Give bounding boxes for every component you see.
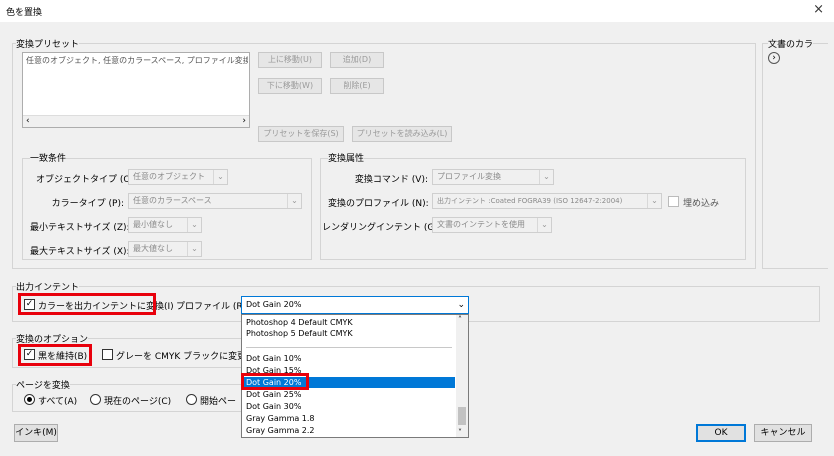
gray-to-black-label: グレーを CMYK ブラックに変更(Y): [116, 352, 259, 362]
object-type-value: 任意のオブジェクト: [133, 172, 205, 181]
object-type-select[interactable]: 任意のオブジェクト ⌄: [128, 169, 228, 185]
dropdown-item[interactable]: Gray Gamma 2.2: [244, 425, 455, 436]
document-colors-group: [762, 43, 828, 269]
output-profile-select[interactable]: Dot Gain 20% ⌄: [241, 296, 469, 314]
output-profile-label: プロファイル (R):: [176, 302, 250, 312]
rendering-intent-label: レンダリングインテント (G):: [322, 223, 441, 233]
rendering-intent-select[interactable]: 文書のインテントを使用 ⌄: [432, 217, 552, 233]
color-type-select[interactable]: 任意のカラースペース ⌄: [128, 193, 302, 209]
start-page-radio[interactable]: [186, 394, 197, 405]
chevron-down-icon: ⌄: [187, 218, 201, 232]
max-text-size-select[interactable]: 最大値なし ⌄: [128, 241, 202, 257]
horizontal-scrollbar[interactable]: ‹ ›: [23, 115, 249, 127]
document-colors-label: 文書のカラ: [768, 37, 814, 50]
window-title: 色を置換: [6, 8, 43, 18]
scrollbar-thumb[interactable]: [458, 407, 466, 425]
scroll-up-icon[interactable]: ˄: [458, 315, 462, 324]
expand-arrow-icon[interactable]: ›: [768, 52, 780, 64]
dropdown-item[interactable]: Dot Gain 30%: [244, 401, 455, 412]
embed-label: 埋め込み: [683, 199, 720, 209]
title-bar: [0, 0, 834, 22]
scroll-left-icon[interactable]: ‹: [26, 116, 30, 126]
embed-checkbox[interactable]: [668, 196, 679, 207]
chevron-down-icon: ⌄: [213, 170, 227, 184]
move-down-button[interactable]: 下に移動(W): [258, 78, 322, 94]
chevron-down-icon: ⌄: [287, 194, 301, 208]
load-preset-button[interactable]: プリセットを読み込み(L): [352, 126, 452, 142]
save-preset-button[interactable]: プリセットを保存(S): [258, 126, 344, 142]
dropdown-item[interactable]: Dot Gain 25%: [244, 389, 455, 400]
max-text-size-value: 最大値なし: [133, 244, 173, 253]
command-value: プロファイル変換: [437, 172, 501, 181]
start-page-label: 開始ペー: [200, 397, 237, 407]
presets-group-label: 変換プリセット: [16, 37, 80, 50]
dropdown-item[interactable]: Gray Gamma 1.8: [244, 413, 455, 424]
cancel-button[interactable]: キャンセル: [754, 424, 812, 442]
conversion-profile-select[interactable]: 出力インテント :Coated FOGRA39 (ISO 12647-2:200…: [432, 193, 662, 209]
scroll-down-icon[interactable]: ˅: [458, 428, 462, 437]
color-type-label: カラータイプ (P):: [51, 199, 124, 209]
pages-group-label: ページを変換: [16, 378, 70, 391]
presets-list[interactable]: 任意のオブジェクト, 任意のカラースペース, プロファイル変換 ‹ ›: [22, 52, 250, 128]
output-profile-value: Dot Gain 20%: [246, 300, 302, 309]
conversion-profile-value: 出力インテント :Coated FOGRA39 (ISO 12647-2:200…: [437, 197, 623, 205]
highlight-box: [18, 344, 92, 366]
highlight-box: [18, 293, 156, 315]
conversion-profile-label: 変換のプロファイル (N):: [328, 199, 429, 209]
attributes-group-label: 変換属性: [328, 151, 365, 164]
dropdown-item[interactable]: Photoshop 5 Default CMYK: [244, 328, 455, 339]
ink-button[interactable]: インキ(M): [14, 424, 58, 442]
current-page-label: 現在のページ(C): [104, 397, 172, 407]
gray-to-black-checkbox[interactable]: [102, 349, 113, 360]
conditions-group-label: 一致条件: [30, 151, 67, 164]
move-up-button[interactable]: 上に移動(U): [258, 52, 322, 68]
dropdown-item[interactable]: Dot Gain 10%: [244, 353, 455, 364]
all-pages-radio[interactable]: [24, 394, 35, 405]
scroll-right-icon[interactable]: ›: [242, 116, 246, 126]
current-page-radio[interactable]: [90, 394, 101, 405]
min-text-size-value: 最小値なし: [133, 220, 173, 229]
output-intent-group-label: 出力インテント: [16, 280, 80, 293]
object-type-label: オブジェクトタイプ (O):: [36, 175, 138, 185]
chevron-down-icon: ⌄: [537, 218, 551, 232]
color-type-value: 任意のカラースペース: [133, 196, 212, 205]
max-text-size-label: 最大テキストサイズ (X):: [30, 247, 130, 257]
min-text-size-label: 最小テキストサイズ (Z):: [30, 223, 130, 233]
chevron-down-icon: ⌄: [647, 194, 661, 208]
highlight-box: [241, 373, 309, 390]
chevron-down-icon: ⌄: [539, 170, 553, 184]
close-icon[interactable]: ×: [813, 2, 824, 17]
add-button[interactable]: 追加(D): [330, 52, 384, 68]
command-select[interactable]: プロファイル変換 ⌄: [432, 169, 554, 185]
dropdown-item[interactable]: Photoshop 4 Default CMYK: [244, 317, 455, 328]
delete-button[interactable]: 削除(E): [330, 78, 384, 94]
all-pages-label: すべて(A): [38, 397, 78, 407]
command-label: 変換コマンド (V):: [354, 175, 428, 185]
chevron-down-icon: ⌄: [187, 242, 201, 256]
min-text-size-select[interactable]: 最小値なし ⌄: [128, 217, 202, 233]
dropdown-separator: [246, 347, 452, 348]
dropdown-scrollbar[interactable]: ˄ ˅: [456, 315, 468, 437]
presets-list-item[interactable]: 任意のオブジェクト, 任意のカラースペース, プロファイル変換: [26, 55, 248, 66]
rendering-intent-value: 文書のインテントを使用: [437, 220, 525, 229]
ok-button[interactable]: OK: [696, 424, 746, 442]
chevron-down-icon: ⌄: [457, 300, 465, 310]
